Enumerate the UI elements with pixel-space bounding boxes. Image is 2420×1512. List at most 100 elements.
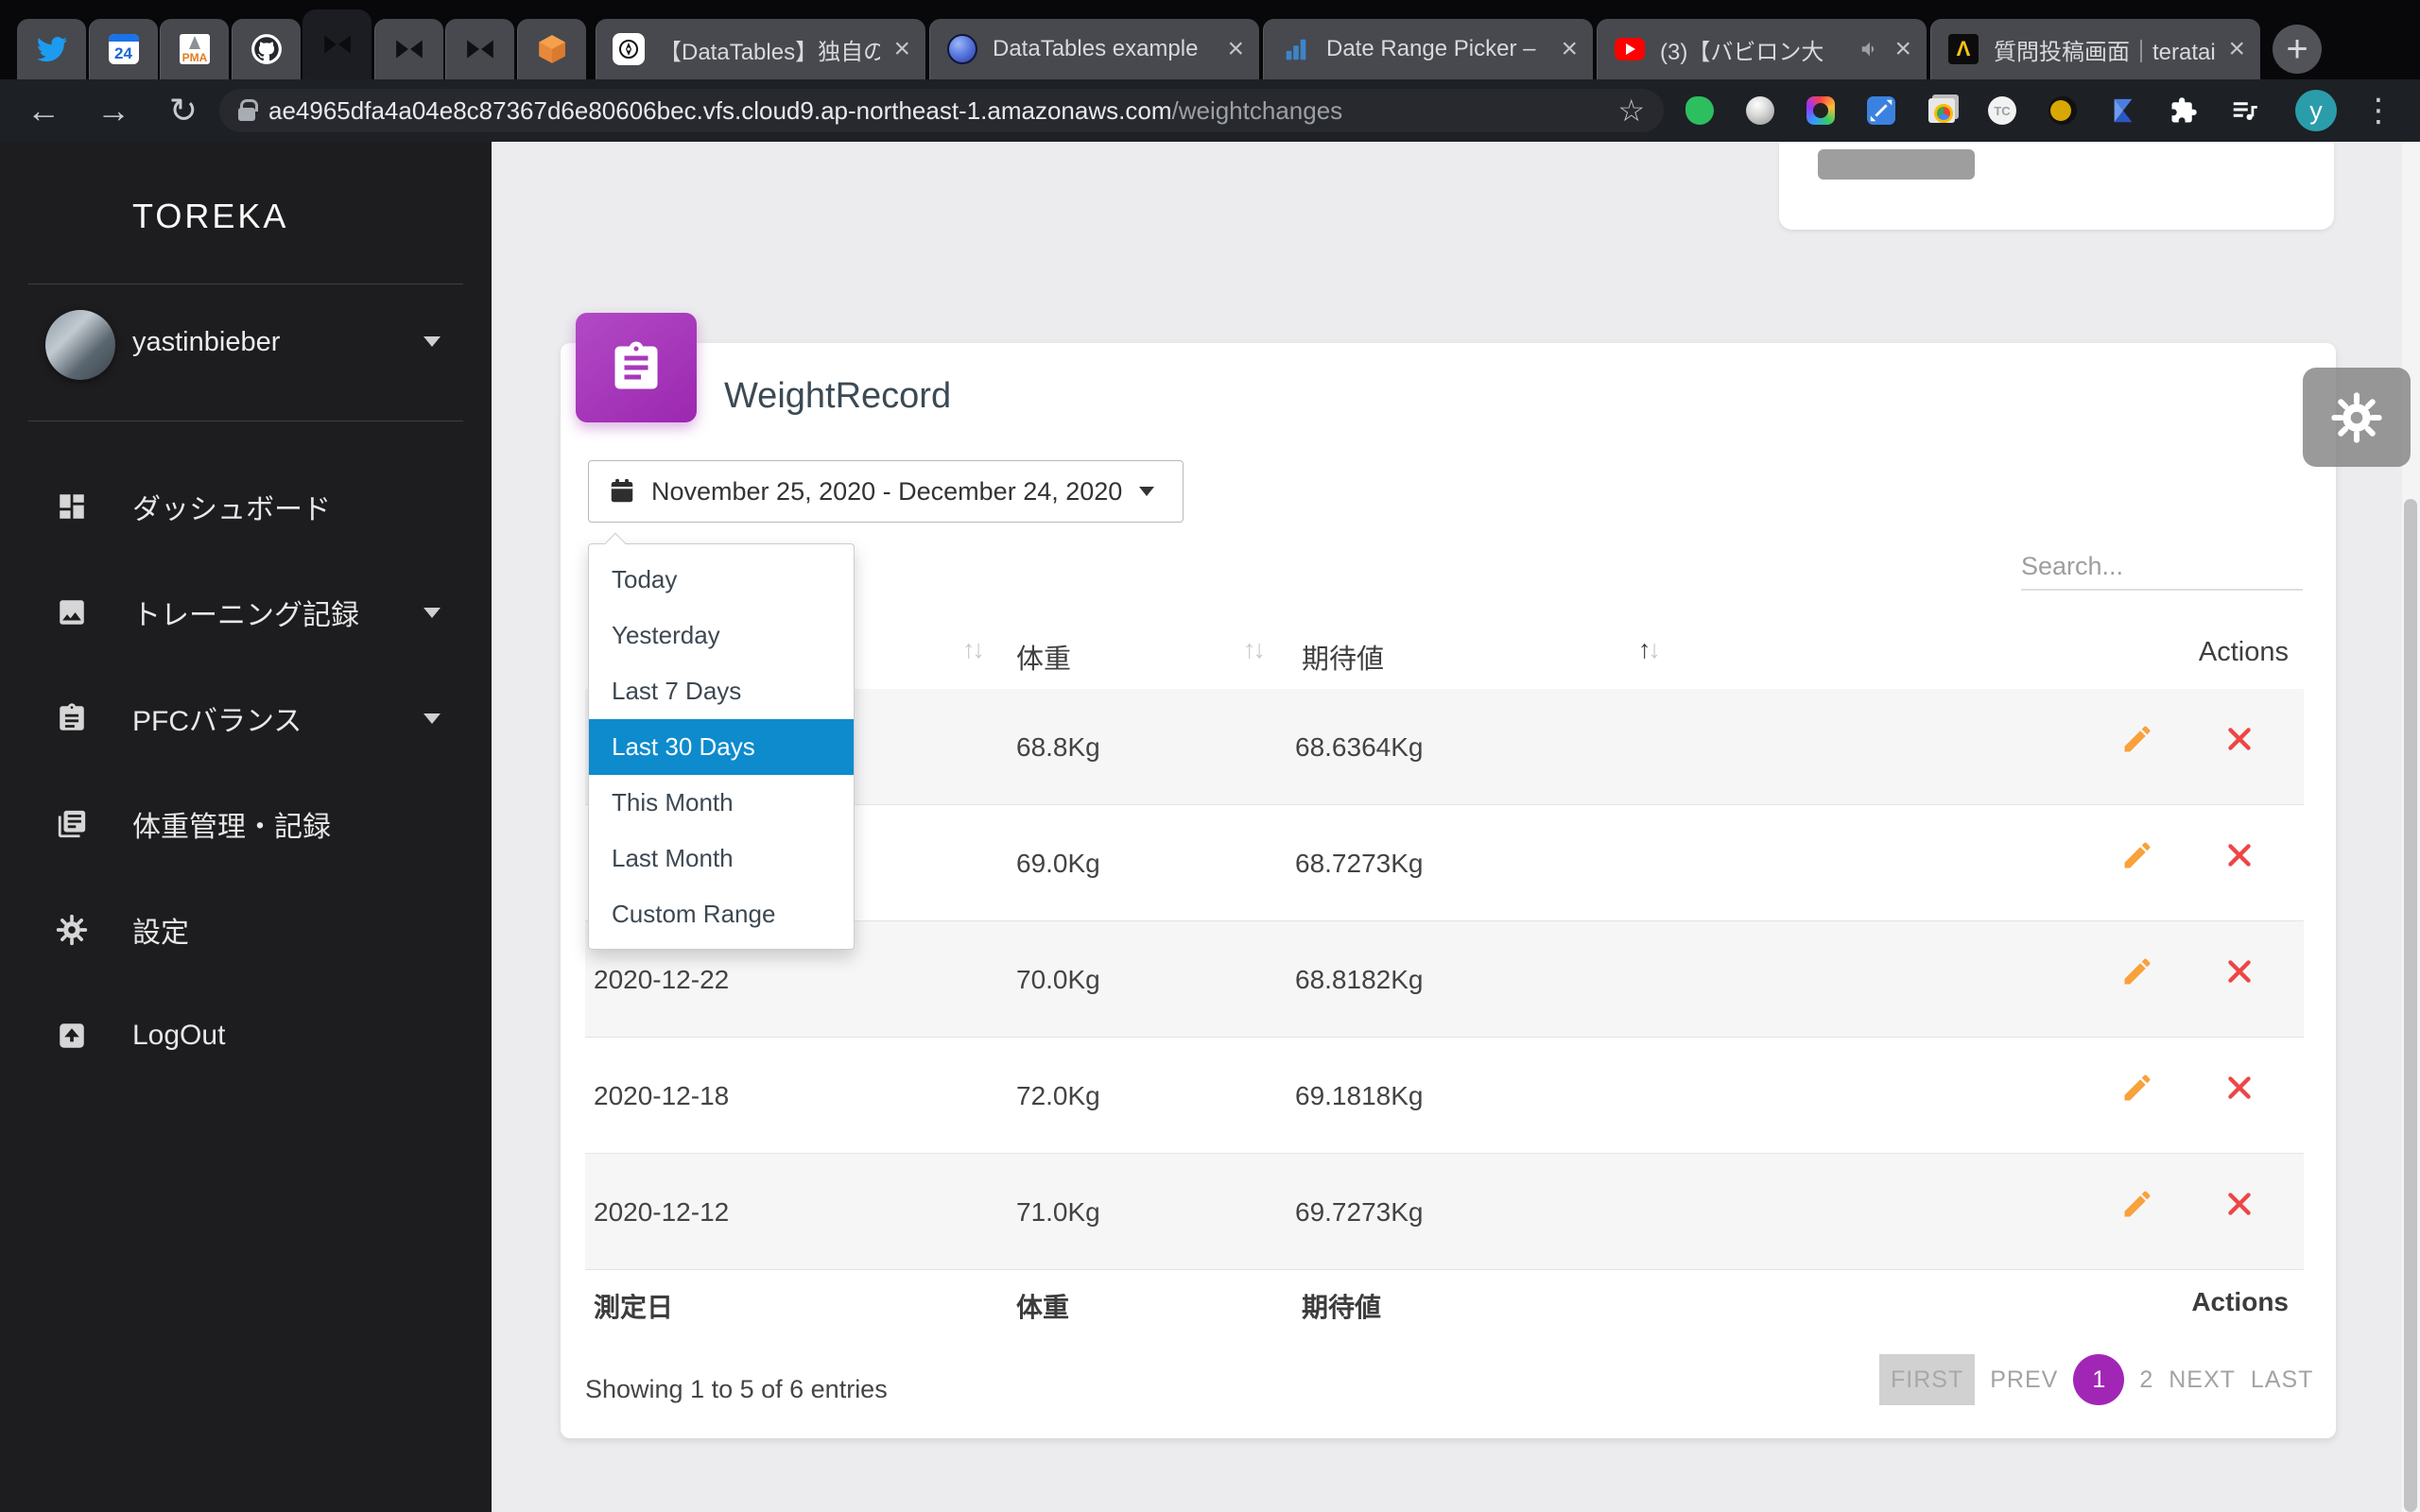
sort-icon[interactable]: ↑↓ bbox=[1243, 635, 1266, 664]
gray-button[interactable] bbox=[1818, 149, 1975, 180]
sidebar-item-label: トレーニング記録 bbox=[132, 600, 359, 631]
close-icon[interactable]: × bbox=[1894, 35, 1911, 63]
tab-pinned-bowtie3[interactable] bbox=[445, 19, 514, 79]
tab-pennib[interactable]: 【DataTables】独自の × bbox=[596, 19, 925, 79]
sidebar-item-label: ダッシュボード bbox=[132, 494, 331, 525]
edit-pencil-icon[interactable] bbox=[2117, 1067, 2158, 1108]
windows-extension-icon[interactable] bbox=[1927, 95, 1957, 126]
tab-pinned-pma[interactable]: PMA bbox=[160, 19, 229, 79]
user-avatar[interactable] bbox=[45, 310, 115, 380]
date-range-value: November 25, 2020 - December 24, 2020 bbox=[651, 476, 1123, 506]
edit-pencil-icon[interactable] bbox=[2117, 718, 2158, 760]
edit-pencil-icon[interactable] bbox=[2117, 834, 2158, 876]
bowtie2-icon bbox=[392, 32, 426, 66]
github-icon bbox=[250, 32, 284, 66]
delete-x-icon[interactable] bbox=[2219, 834, 2260, 876]
close-icon[interactable]: × bbox=[2228, 35, 2245, 63]
sidebar-item-image[interactable]: トレーニング記録 bbox=[0, 559, 492, 665]
chevron-down-icon bbox=[424, 607, 441, 618]
screen: 24 PMA 【DataTables】独自の × DataTables example… bbox=[0, 0, 2420, 1512]
evernote-extension-icon[interactable] bbox=[1685, 95, 1715, 126]
tab-sphere[interactable]: DataTables example × bbox=[929, 19, 1259, 79]
delete-x-icon[interactable] bbox=[2219, 1183, 2260, 1225]
blueclip-extension-icon[interactable] bbox=[2108, 95, 2138, 126]
page-button-prev[interactable]: PREV bbox=[1990, 1366, 2058, 1394]
sidebar-item-books[interactable]: 体重管理・記録 bbox=[0, 771, 492, 877]
pma-icon: PMA bbox=[178, 32, 212, 66]
close-icon[interactable]: × bbox=[1227, 35, 1244, 63]
browser-profile-avatar[interactable]: y bbox=[2295, 90, 2337, 131]
range-option[interactable]: Last Month bbox=[589, 831, 854, 886]
footer-column-label: 体重 bbox=[1016, 1293, 1070, 1322]
delete-x-icon[interactable] bbox=[2219, 718, 2260, 760]
close-icon[interactable]: × bbox=[1561, 35, 1578, 63]
page-button-last[interactable]: LAST bbox=[2251, 1366, 2314, 1394]
weight-cell: 68.8Kg bbox=[1016, 732, 1100, 762]
range-option[interactable]: Last 30 Days bbox=[589, 719, 854, 775]
tab-pinned-bowtie[interactable] bbox=[302, 9, 372, 79]
footer-column-label: 期待値 bbox=[1302, 1293, 1382, 1322]
sort-icon[interactable]: ↑↓ bbox=[1638, 635, 1661, 664]
reload-button[interactable]: ↻ bbox=[157, 79, 210, 142]
page-button-next[interactable]: NEXT bbox=[2169, 1366, 2236, 1394]
sidebar: TOREKA yastinbieber ダッシュボード トレーニング記録 PFCバラ… bbox=[0, 142, 492, 1512]
pennib-icon bbox=[612, 32, 646, 66]
range-option[interactable]: Today bbox=[589, 552, 854, 608]
tab-pinned-github[interactable] bbox=[231, 19, 301, 79]
sidebar-item-clipboard[interactable]: PFCバランス bbox=[0, 665, 492, 771]
browser-menu-icon[interactable]: ⋮ bbox=[2360, 79, 2397, 142]
tab-pinned-cube[interactable] bbox=[516, 19, 586, 79]
tab-pinned-calendar[interactable]: 24 bbox=[88, 19, 158, 79]
page-button-1[interactable]: 1 bbox=[2073, 1354, 2125, 1405]
page-button-2[interactable]: 2 bbox=[2139, 1366, 2153, 1394]
sort-icon[interactable]: ↑↓ bbox=[962, 635, 985, 664]
graysphere-extension-icon[interactable] bbox=[1745, 95, 1775, 126]
tab-pinned-bowtie2[interactable] bbox=[373, 19, 443, 79]
date-range-picker-button[interactable]: November 25, 2020 - December 24, 2020 bbox=[588, 460, 1184, 523]
column-header: Actions bbox=[2198, 637, 2289, 667]
scrollbar-track[interactable] bbox=[2402, 142, 2420, 1512]
puzzle-extension-icon[interactable] bbox=[2169, 95, 2199, 126]
close-icon[interactable]: × bbox=[893, 35, 910, 63]
column-header[interactable]: 期待値 bbox=[1302, 637, 1384, 677]
tab-youtube[interactable]: (3)【バビロン大 × bbox=[1597, 19, 1927, 79]
range-option[interactable]: This Month bbox=[589, 775, 854, 831]
page-button-first: FIRST bbox=[1879, 1354, 1976, 1405]
column-header[interactable]: 体重 bbox=[1016, 637, 1071, 677]
back-button[interactable]: ← bbox=[17, 79, 70, 142]
entries-info: Showing 1 to 5 of 6 entries bbox=[585, 1375, 888, 1403]
search-input[interactable] bbox=[2021, 543, 2303, 591]
calendar-icon: 24 bbox=[107, 32, 141, 66]
playlist-extension-icon[interactable] bbox=[2229, 95, 2259, 126]
sidebar-item-dashboard[interactable]: ダッシュボード bbox=[0, 454, 492, 559]
tab-teratail[interactable]: Λ 質問投稿画面｜teratai × bbox=[1930, 19, 2260, 79]
teratail-icon: Λ bbox=[1946, 32, 1980, 66]
tab-chart[interactable]: Date Range Picker – × bbox=[1263, 19, 1593, 79]
tc-extension-icon[interactable]: TC bbox=[1987, 95, 2017, 126]
sidebar-item-logout[interactable]: LogOut bbox=[0, 983, 492, 1089]
chevron-down-icon[interactable] bbox=[424, 336, 441, 347]
bluearrows-extension-icon[interactable] bbox=[1866, 95, 1896, 126]
forward-button[interactable]: → bbox=[87, 79, 140, 142]
address-bar[interactable]: ae4965dfa4a04e8c87367d6e80606bec.vfs.clo… bbox=[219, 89, 1664, 132]
tab-pinned-twitter[interactable] bbox=[17, 19, 86, 79]
clipboard-tile-icon bbox=[576, 313, 697, 422]
camera-extension-icon[interactable] bbox=[1806, 95, 1836, 126]
new-tab-button[interactable]: + bbox=[2273, 25, 2322, 74]
range-option[interactable]: Yesterday bbox=[589, 608, 854, 663]
settings-fab[interactable] bbox=[2303, 368, 2411, 467]
range-option[interactable]: Custom Range bbox=[589, 886, 854, 942]
edit-pencil-icon[interactable] bbox=[2117, 951, 2158, 992]
search-box bbox=[2021, 543, 2303, 591]
edit-pencil-icon[interactable] bbox=[2117, 1183, 2158, 1225]
yellowdot-extension-icon[interactable] bbox=[2048, 95, 2078, 126]
user-name[interactable]: yastinbieber bbox=[132, 327, 280, 358]
sidebar-item-gear[interactable]: 設定 bbox=[0, 877, 492, 983]
url-text[interactable]: ae4965dfa4a04e8c87367d6e80606bec.vfs.clo… bbox=[268, 96, 1604, 126]
tab-title: DataTables example bbox=[993, 36, 1199, 61]
bookmark-star-icon[interactable]: ☆ bbox=[1617, 93, 1645, 129]
delete-x-icon[interactable] bbox=[2219, 1067, 2260, 1108]
delete-x-icon[interactable] bbox=[2219, 951, 2260, 992]
range-option[interactable]: Last 7 Days bbox=[589, 663, 854, 719]
scrollbar-thumb[interactable] bbox=[2404, 499, 2417, 1512]
